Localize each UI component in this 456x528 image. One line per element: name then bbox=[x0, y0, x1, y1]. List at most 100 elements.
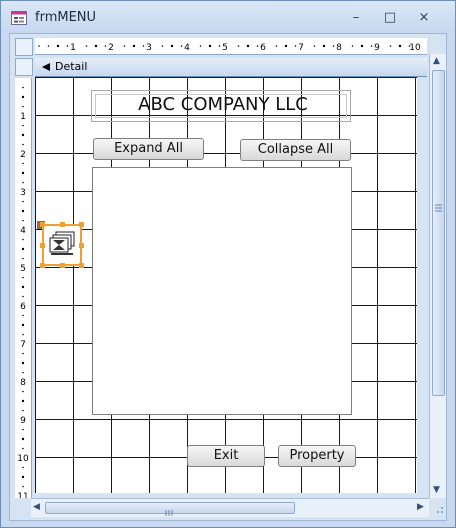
resize-grip-icon[interactable] bbox=[431, 501, 445, 515]
ruler-ticks: 1 2 3 4 5 6 7 8 9 10 bbox=[38, 43, 421, 53]
title-bar[interactable]: frmMENU – □ × bbox=[1, 1, 455, 33]
ruler-tick bbox=[22, 105, 24, 108]
resize-handle-ne[interactable] bbox=[79, 222, 84, 227]
ruler-tick bbox=[22, 181, 24, 184]
horizontal-scrollbar[interactable]: ◀ ▶ bbox=[31, 498, 429, 517]
ruler-tick bbox=[332, 45, 335, 47]
ruler-tick bbox=[22, 124, 24, 127]
ruler-tick bbox=[218, 45, 221, 47]
company-label[interactable]: ABC COMPANY LLC bbox=[91, 94, 355, 115]
grip-icon-horizontal bbox=[165, 510, 173, 516]
grip-icon bbox=[435, 204, 442, 212]
ruler-tick bbox=[21, 247, 25, 251]
ruler-tick bbox=[21, 171, 25, 175]
ruler-label: 4 bbox=[20, 226, 26, 236]
ruler-tick bbox=[21, 285, 25, 289]
ruler-tick bbox=[22, 200, 24, 203]
form-design-window: frmMENU – □ × 1 2 3 4 5 6 7 8 9 10 Detail 1 2 3 4 5 6 7… bbox=[0, 0, 456, 528]
ruler-tick bbox=[22, 428, 24, 431]
ruler-label: 8 bbox=[336, 43, 342, 53]
ruler-tick bbox=[123, 45, 126, 47]
resize-handle-sw[interactable] bbox=[40, 263, 45, 268]
ruler-tick bbox=[398, 44, 402, 48]
minimize-button[interactable]: – bbox=[345, 10, 367, 26]
ruler-label: 6 bbox=[20, 302, 26, 312]
ruler-tick bbox=[142, 45, 145, 47]
resize-handle-nw[interactable] bbox=[40, 222, 45, 227]
ruler-tick bbox=[208, 44, 212, 48]
vertical-ruler[interactable]: 1 2 3 4 5 6 7 8 9 10 11 bbox=[15, 78, 32, 498]
ruler-tick bbox=[313, 45, 316, 47]
ruler-tick bbox=[351, 45, 354, 47]
ruler-tick bbox=[22, 466, 24, 469]
exit-button[interactable]: Exit bbox=[187, 445, 265, 467]
ruler-tick bbox=[22, 447, 24, 450]
scroll-down-icon[interactable]: ▼ bbox=[433, 486, 440, 495]
ruler-label: 3 bbox=[20, 188, 26, 198]
ruler-label: 8 bbox=[20, 378, 26, 388]
ruler-tick bbox=[21, 437, 25, 441]
ruler-tick bbox=[237, 45, 240, 47]
property-button[interactable]: Property bbox=[278, 445, 356, 467]
ruler-tick bbox=[94, 44, 98, 48]
ruler-tick bbox=[370, 45, 373, 47]
horizontal-scroll-thumb[interactable] bbox=[45, 502, 295, 516]
form-selector[interactable] bbox=[15, 38, 33, 56]
scroll-right-icon[interactable]: ▶ bbox=[417, 503, 424, 512]
vertical-scrollbar[interactable]: ▲ ▼ bbox=[429, 54, 446, 498]
tree-view-control[interactable] bbox=[92, 167, 352, 415]
resize-handle-e[interactable] bbox=[79, 243, 84, 248]
vertical-scroll-thumb[interactable] bbox=[432, 70, 445, 396]
resize-handle-n[interactable] bbox=[60, 222, 65, 227]
ruler-tick bbox=[104, 45, 107, 47]
resize-handle-w[interactable] bbox=[40, 243, 45, 248]
resize-handle-se[interactable] bbox=[79, 263, 84, 268]
form-icon bbox=[11, 11, 27, 25]
ruler-tick bbox=[161, 45, 164, 47]
ruler-tick bbox=[22, 390, 24, 393]
close-button[interactable]: × bbox=[413, 10, 435, 26]
ruler-tick bbox=[22, 333, 24, 336]
scroll-up-icon[interactable]: ▲ bbox=[433, 57, 440, 66]
ruler-tick bbox=[21, 361, 25, 365]
detail-section-bar[interactable]: Detail bbox=[35, 58, 427, 77]
ruler-tick bbox=[56, 44, 60, 48]
ruler-tick bbox=[256, 45, 259, 47]
ruler-label: 9 bbox=[374, 43, 380, 53]
window-title: frmMENU bbox=[35, 10, 97, 25]
ruler-tick bbox=[294, 45, 297, 47]
ruler-tick bbox=[21, 399, 25, 403]
ruler-tick bbox=[180, 45, 183, 47]
ruler-tick bbox=[85, 45, 88, 47]
maximize-button[interactable]: □ bbox=[379, 10, 401, 26]
scroll-left-icon[interactable]: ◀ bbox=[33, 503, 40, 512]
ruler-tick bbox=[22, 238, 24, 241]
ruler-tick bbox=[21, 209, 25, 213]
ruler-label: 7 bbox=[298, 43, 304, 53]
resize-handle-s[interactable] bbox=[60, 263, 65, 268]
ruler-tick bbox=[22, 257, 24, 260]
expand-all-button[interactable]: Expand All bbox=[93, 138, 204, 160]
ruler-label: 9 bbox=[20, 416, 26, 426]
ruler-tick bbox=[22, 314, 24, 317]
ruler-label: 10 bbox=[409, 43, 421, 53]
ruler-tick bbox=[21, 475, 25, 479]
ruler-tick bbox=[21, 323, 25, 327]
ruler-tick bbox=[132, 44, 136, 48]
horizontal-ruler[interactable]: 1 2 3 4 5 6 7 8 9 10 bbox=[35, 38, 427, 55]
ruler-tick bbox=[22, 162, 24, 165]
ruler-label: 11 bbox=[17, 492, 28, 498]
ruler-tick bbox=[47, 45, 50, 47]
ruler-tick bbox=[246, 44, 250, 48]
ruler-ticks-vertical: 1 2 3 4 5 6 7 8 9 10 11 bbox=[17, 86, 29, 498]
ruler-label: 1 bbox=[20, 112, 26, 122]
ruler-label: 2 bbox=[20, 150, 26, 160]
ruler-label: 5 bbox=[20, 264, 26, 274]
ruler-label: 5 bbox=[222, 43, 228, 53]
collapse-all-button[interactable]: Collapse All bbox=[240, 139, 351, 161]
ruler-tick bbox=[170, 44, 174, 48]
ruler-label: 6 bbox=[260, 43, 266, 53]
selected-image-control[interactable] bbox=[42, 224, 82, 266]
ruler-tick bbox=[275, 45, 278, 47]
section-selector[interactable] bbox=[15, 58, 33, 76]
